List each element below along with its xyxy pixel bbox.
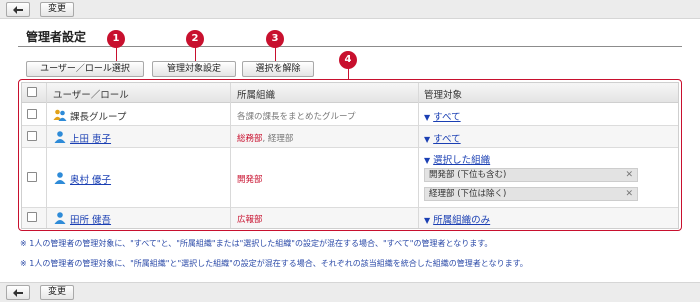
row-target-link[interactable]: ▼ すべて [424, 109, 461, 123]
org-chip: 経理部 (下位は除く) ✕ [424, 187, 638, 201]
set-target-button[interactable]: 管理対象設定 [152, 61, 236, 77]
group-icon [53, 109, 67, 121]
back-button[interactable] [6, 285, 30, 300]
row-name-link[interactable]: 奥村 優子 [70, 172, 111, 186]
caret-down-icon: ▼ [424, 156, 431, 165]
change-button[interactable]: 変更 [40, 285, 74, 300]
admin-table: ユーザー／ロール 所属組織 管理対象 課長グループ 各課の課長をまとめたグループ… [21, 82, 679, 229]
column-divider [418, 83, 419, 228]
back-arrow-icon [13, 5, 23, 14]
row-checkbox[interactable] [27, 212, 37, 222]
row-dept: 各課の課長をまとめたグループ [237, 112, 356, 122]
row-checkbox[interactable] [27, 109, 37, 119]
row-name-link[interactable]: 上田 恵子 [70, 131, 111, 145]
clear-selection-button[interactable]: 選択を解除 [242, 61, 314, 77]
callout-badge-3: 3 [266, 30, 284, 48]
table-header: ユーザー／ロール 所属組織 管理対象 [22, 83, 678, 103]
row-checkbox[interactable] [27, 131, 37, 141]
callout-badge-4: 4 [339, 51, 357, 69]
remove-chip-icon[interactable]: ✕ [625, 169, 633, 181]
page-title: 管理者設定 [26, 30, 87, 44]
column-divider [230, 83, 231, 228]
header-dept: 所属組織 [237, 90, 276, 101]
row-checkbox[interactable] [27, 172, 37, 182]
row-name: 課長グループ [70, 112, 127, 123]
top-toolbar: 変更 [0, 0, 700, 19]
row-dept: 広報部 [237, 215, 263, 225]
row-dept: 総務部, 経理部 [237, 134, 294, 144]
user-icon [54, 172, 66, 184]
caret-down-icon: ▼ [424, 216, 431, 225]
select-user-role-button[interactable]: ユーザー／ロール選択 [26, 61, 144, 77]
row-name-link[interactable]: 田所 健吾 [70, 212, 111, 226]
table-row: 田所 健吾 広報部 ▼ 所属組織のみ [22, 208, 678, 228]
note-text: ※ 1人の管理者の管理対象に、"所属組織"と"選択した組織"の設定が混在する場合… [20, 259, 528, 268]
user-icon [54, 131, 66, 143]
remove-chip-icon[interactable]: ✕ [625, 188, 633, 200]
caret-down-icon: ▼ [424, 135, 431, 144]
back-arrow-icon [13, 288, 23, 297]
org-chip: 開発部 (下位も含む) ✕ [424, 168, 638, 182]
note-text: ※ 1人の管理者の管理対象に、"すべて"と、"所属組織"または"選択した組織"の… [20, 239, 493, 248]
table-row: 奥村 優子 開発部 ▼ 選択した組織 開発部 (下位も含む) ✕ 経理部 (下位は… [22, 148, 678, 208]
callout-badge-2: 2 [186, 30, 204, 48]
header-target: 管理対象 [424, 90, 463, 101]
callout-badge-1: 1 [107, 30, 125, 48]
column-divider [46, 83, 47, 228]
caret-down-icon: ▼ [424, 113, 431, 122]
table-row: 上田 恵子 総務部, 経理部 ▼ すべて [22, 126, 678, 148]
select-all-checkbox[interactable] [27, 87, 37, 97]
change-button[interactable]: 変更 [40, 2, 74, 17]
row-target-link[interactable]: ▼ 所属組織のみ [424, 212, 490, 226]
row-dept: 開発部 [237, 175, 263, 185]
row-target-link[interactable]: ▼ すべて [424, 131, 461, 145]
header-user-role: ユーザー／ロール [53, 90, 129, 101]
row-target-link[interactable]: ▼ 選択した組織 [424, 152, 490, 166]
user-icon [54, 212, 66, 224]
bottom-toolbar: 変更 [0, 282, 700, 302]
back-button[interactable] [6, 2, 30, 17]
table-row: 課長グループ 各課の課長をまとめたグループ ▼ すべて [22, 104, 678, 126]
